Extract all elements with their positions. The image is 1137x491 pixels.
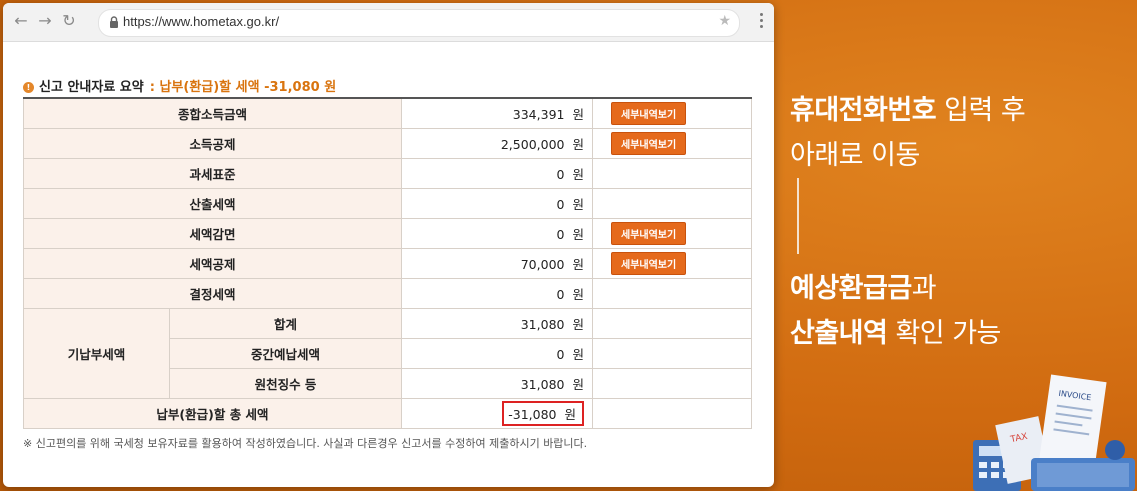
table-row: 세액감면 0원 세부내역보기	[23, 218, 752, 249]
detail-view-button[interactable]: 세부내역보기	[611, 252, 687, 275]
coin-icon	[1105, 440, 1125, 460]
reload-icon[interactable]: ↻	[61, 12, 77, 30]
row-value: 0원	[401, 338, 593, 369]
table-row: 소득공제 2,500,000 원 세부내역보기	[23, 128, 752, 159]
tax-invoice-illustration: TAX INVOICE	[973, 374, 1135, 491]
detail-view-button[interactable]: 세부내역보기	[611, 102, 687, 125]
table-row: 세액공제 70,000 원 세부내역보기	[23, 248, 752, 279]
caption-divider	[797, 178, 799, 254]
row-value: 31,080 원	[401, 308, 593, 339]
row-value: 0원	[401, 278, 593, 309]
row-label: 소득공제	[23, 128, 402, 159]
browser-window: ← → ↻ https://www.hometax.go.kr/ ★ ! 신고 안…	[3, 3, 774, 487]
row-label: 종합소득금액	[23, 97, 402, 129]
lock-icon	[110, 16, 118, 28]
back-arrow-icon[interactable]: ←	[13, 12, 29, 30]
page-content: ! 신고 안내자료 요약: 납부(환급)할 세액 -31,080 원 종합소득금액…	[3, 41, 774, 487]
caption-line-3: 예상환급금과	[790, 273, 937, 304]
row-label: 결정세액	[23, 278, 402, 309]
row-label: 세액감면	[23, 218, 402, 249]
row-label: 중간예납세액	[169, 338, 402, 369]
address-bar[interactable]: https://www.hometax.go.kr/ ★	[98, 9, 740, 37]
browser-menu-icon[interactable]	[760, 13, 764, 31]
detail-view-button[interactable]: 세부내역보기	[611, 132, 687, 155]
group-label: 기납부세액	[23, 308, 170, 399]
highlight-box: -31,080 원	[502, 401, 584, 426]
row-label: 산출세액	[23, 188, 402, 219]
summary-subtitle: : 납부(환급)할 세액 -31,080 원	[149, 80, 337, 95]
table-row: 산출세액 0원	[23, 188, 752, 219]
row-value: 0원	[401, 188, 593, 219]
url-text: https://www.hometax.go.kr/	[123, 14, 280, 29]
row-value: 2,500,000 원	[401, 128, 593, 159]
final-value: -31,080 원	[401, 398, 593, 429]
row-value: 70,000 원	[401, 248, 593, 279]
detail-view-button[interactable]: 세부내역보기	[611, 222, 687, 245]
table-row: 종합소득금액 334,391 원 세부내역보기	[23, 97, 752, 129]
invoice-document-icon: INVOICE	[1039, 374, 1107, 468]
caption-line-2: 아래로 이동	[790, 140, 920, 171]
caption-line-1: 휴대전화번호 입력 후	[790, 95, 1026, 126]
row-label: 세액공제	[23, 248, 402, 279]
table-row: 기납부세액 합계 31,080 원	[23, 308, 752, 399]
caption-line-4: 산출내역 확인 가능	[790, 318, 1001, 349]
row-value: 0원	[401, 218, 593, 249]
bookmark-star-icon[interactable]: ★	[718, 13, 731, 29]
table-row: 납부(환급)할 총 세액 -31,080 원	[23, 398, 752, 429]
table-row: 결정세액 0원	[23, 278, 752, 309]
table-row: 과세표준 0원	[23, 158, 752, 189]
row-value: 0원	[401, 158, 593, 189]
row-value: 31,080 원	[401, 368, 593, 399]
row-label: 과세표준	[23, 158, 402, 189]
row-label: 합계	[169, 308, 402, 339]
tax-summary-table: 종합소득금액 334,391 원 세부내역보기 소득공제 2,500,000 원 세…	[23, 97, 752, 429]
summary-title: ! 신고 안내자료 요약: 납부(환급)할 세액 -31,080 원	[23, 76, 336, 95]
row-value: 334,391 원	[401, 97, 593, 129]
forward-arrow-icon[interactable]: →	[37, 12, 53, 30]
row-label: 납부(환급)할 총 세액	[23, 398, 402, 429]
row-label: 원천징수 등	[169, 368, 402, 399]
browser-toolbar: ← → ↻ https://www.hometax.go.kr/ ★	[3, 3, 774, 42]
info-bullet-icon: !	[23, 82, 34, 93]
notice-text: ※ 신고편의를 위해 국세청 보유자료를 활용하여 작성하였습니다. 사실과 다…	[23, 437, 588, 450]
